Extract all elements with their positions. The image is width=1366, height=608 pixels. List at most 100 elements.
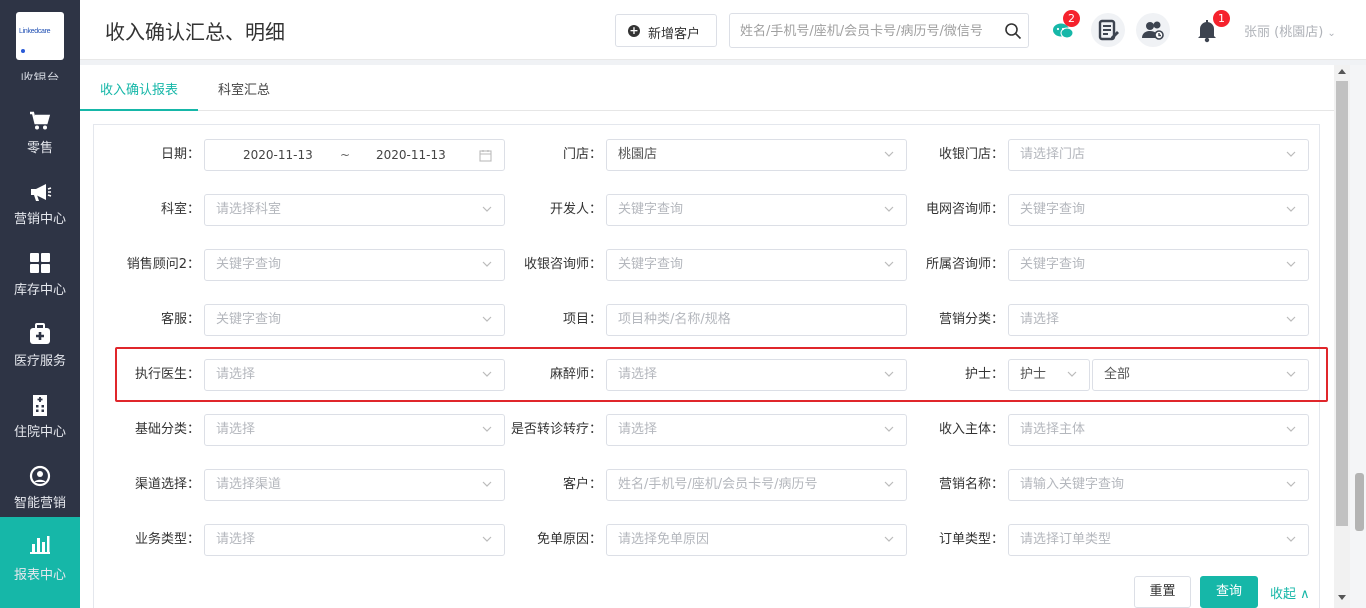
sidebar: Linkedcare 收银台 零售 营销中心 库存中心 医疗服务 住院中心 智能… bbox=[0, 0, 80, 608]
developer-select[interactable]: 关键字查询 bbox=[606, 194, 907, 226]
referral-select[interactable]: 请选择 bbox=[606, 414, 907, 446]
owner-consultant-select[interactable]: 关键字查询 bbox=[1008, 249, 1309, 281]
chevron-down-icon bbox=[482, 426, 492, 432]
biz-type-placeholder: 请选择 bbox=[216, 532, 256, 547]
tele-consultant-label: 电网咨询师： bbox=[925, 202, 1004, 217]
reset-button[interactable]: 重置 bbox=[1134, 576, 1191, 608]
chevron-down-icon bbox=[482, 481, 492, 487]
chevron-down-icon bbox=[482, 316, 492, 322]
biz-type-select[interactable]: 请选择 bbox=[204, 524, 505, 556]
outer-scrollbar-thumb[interactable] bbox=[1355, 473, 1364, 531]
chevron-down-icon bbox=[1286, 261, 1296, 267]
global-search[interactable] bbox=[729, 13, 1029, 48]
medical-kit-icon bbox=[30, 323, 50, 344]
item-placeholder: 项目种类/名称/规格 bbox=[618, 312, 731, 327]
cashier-store-placeholder: 请选择门店 bbox=[1020, 147, 1086, 162]
cashier-store-select[interactable]: 请选择门店 bbox=[1008, 139, 1309, 171]
hospital-building-icon bbox=[33, 395, 47, 416]
mkt-category-label: 营销分类： bbox=[938, 312, 1004, 327]
channel-label: 渠道选择： bbox=[134, 477, 200, 492]
chat-button[interactable]: 2 bbox=[1047, 10, 1081, 47]
sidebar-item-partial-label[interactable]: 收银台 bbox=[0, 66, 80, 80]
order-type-placeholder: 请选择订单类型 bbox=[1020, 532, 1112, 547]
tab-income-report[interactable]: 收入确认报表 bbox=[100, 79, 178, 98]
notifications-button[interactable]: 1 bbox=[1190, 10, 1230, 47]
mkt-name-label: 营销名称： bbox=[938, 477, 1004, 492]
chevron-down-icon bbox=[1286, 371, 1296, 377]
date-end[interactable]: 2020-11-13 bbox=[376, 140, 446, 170]
base-category-select[interactable]: 请选择 bbox=[204, 414, 505, 446]
tab-dept-summary[interactable]: 科室汇总 bbox=[218, 79, 270, 98]
brand-logo[interactable]: Linkedcare bbox=[16, 12, 64, 60]
mkt-name-select[interactable]: 请输入关键字查询 bbox=[1008, 469, 1309, 501]
scroll-down-arrow-icon[interactable] bbox=[1338, 595, 1346, 600]
sidebar-item-inpatient[interactable]: 住院中心 bbox=[0, 386, 80, 457]
income-entity-select[interactable]: 请选择主体 bbox=[1008, 414, 1309, 446]
date-start[interactable]: 2020-11-13 bbox=[243, 140, 313, 170]
user-menu[interactable]: 张丽 (桃園店) ⌄ bbox=[1244, 21, 1336, 40]
customer-label: 客户： bbox=[562, 477, 602, 492]
anesthetist-placeholder: 请选择 bbox=[618, 367, 658, 382]
developer-label: 开发人： bbox=[549, 202, 602, 217]
nurse-role-select[interactable]: 护士 bbox=[1008, 359, 1090, 391]
sidebar-item-inventory[interactable]: 库存中心 bbox=[0, 244, 80, 315]
tele-consultant-select[interactable]: 关键字查询 bbox=[1008, 194, 1309, 226]
search-input[interactable] bbox=[740, 21, 1002, 41]
nurse-value: 全部 bbox=[1104, 367, 1131, 382]
sidebar-item-label: 医疗服务 bbox=[13, 354, 66, 369]
customer-select[interactable]: 姓名/手机号/座机/会员卡号/病历号 bbox=[606, 469, 907, 501]
cashier-consultant-select[interactable]: 关键字查询 bbox=[606, 249, 907, 281]
grid-icon bbox=[30, 253, 50, 273]
chevron-down-icon bbox=[482, 536, 492, 542]
plus-icon: + bbox=[628, 24, 640, 37]
sidebar-item-reports[interactable]: 报表中心 bbox=[0, 517, 80, 608]
customer-placeholder: 姓名/手机号/座机/会员卡号/病历号 bbox=[618, 477, 818, 492]
anesthetist-select[interactable]: 请选择 bbox=[606, 359, 907, 391]
cashier-consultant-placeholder: 关键字查询 bbox=[618, 257, 684, 272]
search-icon[interactable] bbox=[1004, 22, 1022, 40]
sidebar-item-label: 零售 bbox=[26, 141, 53, 156]
sidebar-item-medical[interactable]: 医疗服务 bbox=[0, 315, 80, 386]
sales2-select[interactable]: 关键字查询 bbox=[204, 249, 505, 281]
page-title: 收入确认汇总、明细 bbox=[105, 20, 285, 44]
cs-select[interactable]: 关键字查询 bbox=[204, 304, 505, 336]
waiver-placeholder: 请选择免单原因 bbox=[618, 532, 710, 547]
team-button[interactable] bbox=[1136, 13, 1170, 47]
item-label: 项目： bbox=[562, 312, 602, 327]
main-scrollbar[interactable] bbox=[1334, 65, 1350, 608]
waiver-select[interactable]: 请选择免单原因 bbox=[606, 524, 907, 556]
chevron-down-icon bbox=[884, 371, 894, 377]
mkt-category-select[interactable]: 请选择 bbox=[1008, 304, 1309, 336]
channel-select[interactable]: 请选择渠道 bbox=[204, 469, 505, 501]
cs-placeholder: 关键字查询 bbox=[216, 312, 282, 327]
notification-badge: 1 bbox=[1213, 10, 1230, 27]
collapse-link[interactable]: 收起 ∧ bbox=[1270, 583, 1310, 602]
sidebar-item-retail[interactable]: 零售 bbox=[0, 102, 80, 173]
date-separator: ~ bbox=[340, 148, 351, 162]
scroll-up-arrow-icon[interactable] bbox=[1338, 69, 1346, 74]
chevron-down-icon bbox=[884, 426, 894, 432]
scrollbar-thumb[interactable] bbox=[1336, 81, 1348, 526]
dept-select[interactable]: 请选择科室 bbox=[204, 194, 505, 226]
item-input[interactable]: 项目种类/名称/规格 bbox=[606, 304, 907, 336]
add-customer-button[interactable]: + 新增客户 bbox=[615, 14, 717, 47]
income-entity-placeholder: 请选择主体 bbox=[1020, 422, 1086, 437]
chevron-down-icon bbox=[1286, 206, 1296, 212]
date-range-picker[interactable]: 2020-11-13 ~ 2020-11-13 bbox=[204, 139, 505, 171]
nurse-select[interactable]: 全部 bbox=[1092, 359, 1309, 391]
cashier-consultant-label: 收银咨询师： bbox=[523, 257, 602, 272]
doctor-select[interactable]: 请选择 bbox=[204, 359, 505, 391]
order-type-select[interactable]: 请选择订单类型 bbox=[1008, 524, 1309, 556]
waiver-label: 免单原因： bbox=[536, 532, 602, 547]
user-name: 张丽 (桃園店) bbox=[1244, 25, 1324, 40]
outer-scrollbar[interactable] bbox=[1350, 65, 1366, 608]
documents-button[interactable] bbox=[1091, 13, 1125, 47]
sidebar-item-label: 报表中心 bbox=[13, 568, 66, 583]
query-button[interactable]: 查询 bbox=[1200, 576, 1258, 608]
sidebar-item-marketing[interactable]: 营销中心 bbox=[0, 173, 80, 244]
owner-consultant-label: 所属咨询师： bbox=[925, 257, 1004, 272]
store-value: 桃園店 bbox=[618, 147, 658, 162]
store-select[interactable]: 桃園店 bbox=[606, 139, 907, 171]
anesthetist-label: 麻醉师： bbox=[549, 367, 602, 382]
dept-placeholder: 请选择科室 bbox=[216, 202, 282, 217]
